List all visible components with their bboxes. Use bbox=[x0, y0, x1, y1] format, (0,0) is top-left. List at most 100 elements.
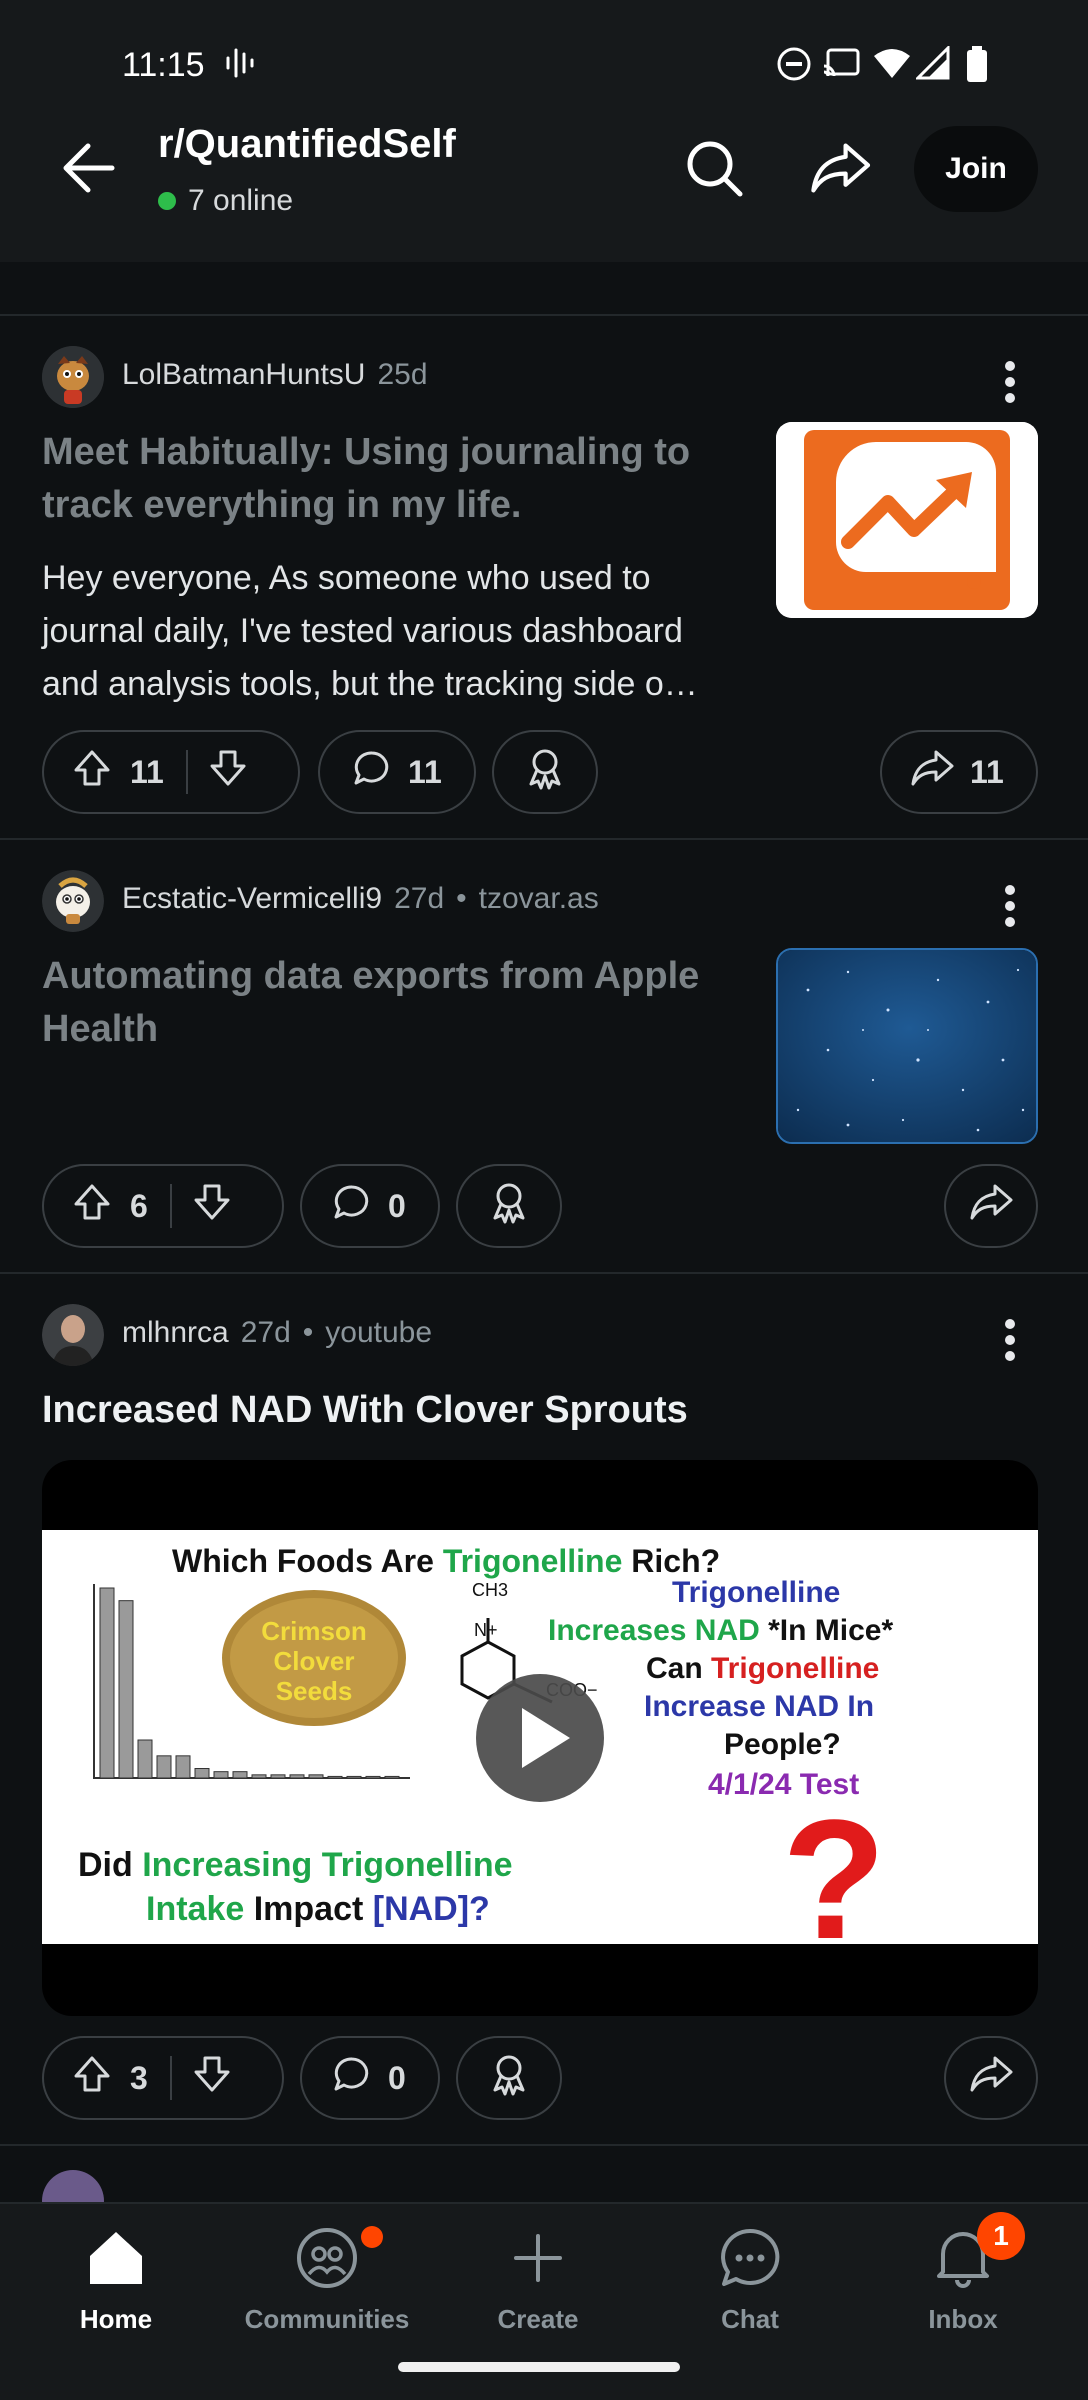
post-title[interactable]: Meet Habitually: Using journaling to tra… bbox=[42, 426, 742, 532]
online-indicator: 7 online bbox=[158, 184, 293, 218]
mini-chart-bar bbox=[118, 1600, 134, 1779]
svg-text:Did Increasing Trigonelline: Did Increasing Trigonelline bbox=[78, 1846, 513, 1884]
inbox-badge: 1 bbox=[977, 2212, 1025, 2260]
video-player[interactable]: Which Foods Are Trigonelline Rich? Crims… bbox=[42, 1460, 1038, 2016]
home-icon bbox=[80, 2222, 152, 2294]
nav-create[interactable]: Create bbox=[448, 2222, 628, 2352]
vote-control[interactable]: 11 bbox=[42, 730, 300, 814]
share-button[interactable]: 11 bbox=[880, 730, 1038, 814]
downvote-icon[interactable] bbox=[208, 748, 248, 796]
award-icon bbox=[525, 746, 565, 798]
thumb-right-3b: Trigonelline bbox=[711, 1652, 879, 1685]
downvote-icon[interactable] bbox=[192, 1182, 232, 1230]
chat-icon bbox=[714, 2222, 786, 2294]
svg-text:Which Foods Are Trigonelline R: Which Foods Are Trigonelline Rich? bbox=[172, 1543, 720, 1579]
comments-button[interactable]: 0 bbox=[300, 2036, 440, 2120]
video-thumbnail: Which Foods Are Trigonelline Rich? Crims… bbox=[42, 1530, 1038, 1975]
comments-button[interactable]: 0 bbox=[300, 1164, 440, 1248]
comment-icon bbox=[352, 748, 392, 796]
post-card[interactable]: LolBatmanHuntsU 25d Meet Habitually: Usi… bbox=[0, 316, 1088, 838]
post-divider bbox=[0, 2144, 1088, 2146]
join-button[interactable]: Join bbox=[914, 126, 1038, 212]
back-arrow-icon[interactable] bbox=[52, 128, 132, 208]
nav-inbox[interactable]: 1 Inbox bbox=[873, 2212, 1053, 2352]
share-icon[interactable] bbox=[800, 128, 880, 208]
avatar bbox=[42, 1304, 104, 1366]
signal-icon bbox=[914, 44, 950, 85]
post-thumbnail[interactable] bbox=[776, 948, 1038, 1144]
award-button[interactable] bbox=[456, 2036, 562, 2120]
mini-chart-bar bbox=[270, 1774, 286, 1779]
nav-communities[interactable]: Communities bbox=[237, 2222, 417, 2352]
top-bar: 11:15 r/QuantifiedSelf 7 online Join bbox=[0, 0, 1088, 262]
meta-separator: • bbox=[302, 1316, 314, 1349]
subreddit-title[interactable]: r/QuantifiedSelf bbox=[158, 122, 456, 167]
mini-chart-bar bbox=[346, 1775, 362, 1779]
upvote-count: 6 bbox=[130, 1187, 148, 1224]
svg-text:Intake Impact [NAD]?: Intake Impact [NAD]? bbox=[146, 1890, 490, 1928]
post-meta: mlhnrca 27d • youtube bbox=[122, 1316, 432, 1350]
avatar bbox=[42, 346, 104, 408]
post-card[interactable]: Ecstatic-Vermicelli9 27d • tzovar.as Aut… bbox=[0, 840, 1088, 1270]
post-age: 27d bbox=[394, 882, 445, 915]
vote-separator bbox=[185, 750, 188, 794]
post-meta: Ecstatic-Vermicelli9 27d • tzovar.as bbox=[122, 882, 599, 916]
nav-chat[interactable]: Chat bbox=[660, 2222, 840, 2352]
plus-icon bbox=[502, 2222, 574, 2294]
mini-chart-bar bbox=[251, 1774, 267, 1779]
post-age: 25d bbox=[377, 358, 428, 391]
upvote-icon[interactable] bbox=[72, 1182, 112, 1230]
home-indicator[interactable] bbox=[398, 2362, 680, 2372]
thumb-bottom-2b: Impact bbox=[244, 1890, 372, 1928]
post-title[interactable]: Increased NAD With Clover Sprouts bbox=[42, 1384, 1042, 1437]
thumb-heading-c: Rich? bbox=[622, 1543, 720, 1579]
thumb-bottom-2c: [NAD]? bbox=[373, 1890, 490, 1928]
svg-text:Can Trigonelline: Can Trigonelline bbox=[646, 1652, 879, 1685]
post-title[interactable]: Automating data exports from Apple Healt… bbox=[42, 950, 742, 1056]
author-name[interactable]: Ecstatic-Vermicelli9 bbox=[122, 882, 382, 916]
communities-icon bbox=[291, 2222, 363, 2294]
mini-chart-bar bbox=[384, 1775, 400, 1779]
more-options-icon[interactable] bbox=[990, 352, 1030, 412]
vote-control[interactable]: 6 bbox=[42, 1164, 284, 1248]
post-thumbnail[interactable] bbox=[776, 422, 1038, 618]
play-icon[interactable] bbox=[476, 1674, 604, 1802]
post-domain[interactable]: tzovar.as bbox=[479, 882, 599, 916]
upvote-icon[interactable] bbox=[72, 2054, 112, 2102]
award-button[interactable] bbox=[456, 1164, 562, 1248]
downvote-icon[interactable] bbox=[192, 2054, 232, 2102]
author-name[interactable]: LolBatmanHuntsU bbox=[122, 358, 365, 392]
comment-count: 11 bbox=[408, 753, 442, 790]
vote-separator bbox=[169, 1184, 172, 1228]
post-meta: LolBatmanHuntsU 25d bbox=[122, 358, 428, 392]
mini-chart-bar bbox=[289, 1774, 305, 1779]
thumb-right-4: Increase NAD In bbox=[644, 1690, 874, 1723]
thumb-mol-n: N+ bbox=[474, 1620, 498, 1640]
share-button[interactable] bbox=[944, 2036, 1038, 2120]
author-name[interactable]: mlhnrca bbox=[122, 1316, 229, 1350]
award-button[interactable] bbox=[492, 730, 598, 814]
mini-chart-bar bbox=[156, 1755, 172, 1779]
mini-chart-bar bbox=[232, 1771, 248, 1779]
nav-home-label: Home bbox=[79, 2304, 153, 2334]
more-options-icon[interactable] bbox=[990, 1310, 1030, 1370]
upvote-count: 11 bbox=[130, 753, 164, 790]
svg-text:Increases NAD *In Mice*: Increases NAD *In Mice* bbox=[548, 1614, 893, 1647]
share-button[interactable] bbox=[944, 1164, 1038, 1248]
mini-chart-bar bbox=[327, 1775, 343, 1779]
mini-chart-bar bbox=[308, 1774, 324, 1779]
voice-activity-icon bbox=[224, 46, 256, 85]
post-domain[interactable]: youtube bbox=[325, 1316, 432, 1350]
upvote-count: 3 bbox=[130, 2059, 148, 2096]
vote-separator bbox=[169, 2056, 172, 2100]
vote-control[interactable]: 3 bbox=[42, 2036, 284, 2120]
nav-home[interactable]: Home bbox=[26, 2222, 206, 2352]
meta-separator: • bbox=[456, 882, 467, 915]
comments-button[interactable]: 11 bbox=[318, 730, 476, 814]
online-count: 7 online bbox=[188, 184, 294, 217]
wifi-icon bbox=[872, 46, 912, 85]
upvote-icon[interactable] bbox=[72, 748, 112, 796]
search-icon[interactable] bbox=[674, 128, 754, 208]
mini-chart-bar bbox=[194, 1768, 210, 1779]
more-options-icon[interactable] bbox=[990, 876, 1030, 936]
